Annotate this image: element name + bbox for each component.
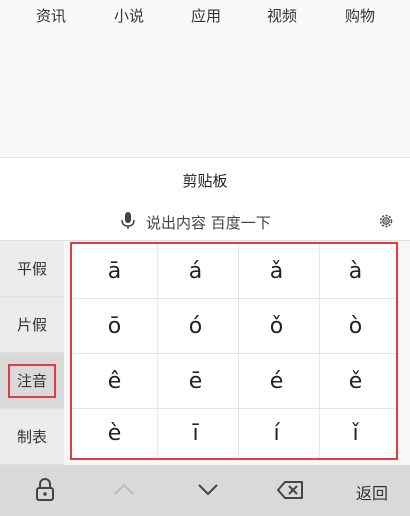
symbol-key[interactable]: ê — [72, 354, 158, 409]
symbol-key[interactable]: è — [72, 409, 158, 458]
clipboard-title: 剪贴板 — [182, 172, 228, 190]
top-tab-bar: 资讯 小说 应用 视频 购物 — [0, 0, 410, 34]
chevron-down-icon[interactable] — [196, 482, 220, 498]
symbol-key[interactable]: í — [234, 409, 320, 458]
backspace-icon[interactable] — [276, 480, 304, 500]
symbol-key[interactable]: ē — [153, 354, 239, 409]
voice-search-bar[interactable]: 说出内容 百度一下 — [0, 202, 410, 241]
tab-apps[interactable]: 应用 — [191, 5, 221, 26]
content-area — [0, 34, 410, 157]
symbol-key[interactable]: ā — [72, 244, 158, 299]
tab-novels[interactable]: 小说 — [114, 5, 144, 26]
tab-shopping[interactable]: 购物 — [345, 5, 375, 26]
lock-icon[interactable] — [35, 478, 55, 502]
category-hiragana[interactable]: 平假 — [0, 241, 64, 297]
back-button[interactable]: 返回 — [356, 480, 388, 504]
symbol-key[interactable]: ǒ — [234, 299, 320, 354]
symbol-key[interactable]: é — [234, 354, 320, 409]
tab-videos[interactable]: 视频 — [267, 5, 297, 26]
symbol-key[interactable]: ō — [72, 299, 158, 354]
symbol-key[interactable]: á — [153, 244, 239, 299]
symbol-key[interactable]: ó — [153, 299, 239, 354]
symbol-key[interactable]: ǎ — [234, 244, 320, 299]
symbol-key[interactable]: ě — [315, 354, 396, 409]
tab-news[interactable]: 资讯 — [36, 5, 66, 26]
symbol-key[interactable]: à — [315, 244, 396, 299]
category-zhuyin-label: 注音 — [7, 364, 56, 398]
symbol-key[interactable]: ò — [315, 299, 396, 354]
category-box-drawing[interactable]: 制表 — [0, 409, 64, 465]
chevron-up-icon[interactable] — [112, 481, 136, 497]
gear-icon[interactable] — [378, 213, 394, 229]
category-katakana[interactable]: 片假 — [0, 297, 64, 353]
category-zhuyin[interactable]: 注音 — [0, 353, 64, 409]
clipboard-bar[interactable]: 剪贴板 — [0, 157, 410, 203]
microphone-icon — [121, 212, 135, 229]
symbol-key[interactable]: ī — [153, 409, 239, 458]
symbol-key[interactable]: ǐ — [315, 409, 396, 458]
voice-prompt: 说出内容 百度一下 — [146, 214, 271, 232]
symbol-grid: ā á ǎ à ō ó ǒ ò ê ē é ě è ī í ǐ — [70, 242, 398, 460]
keyboard-bottom-bar: 返回 — [0, 465, 410, 516]
